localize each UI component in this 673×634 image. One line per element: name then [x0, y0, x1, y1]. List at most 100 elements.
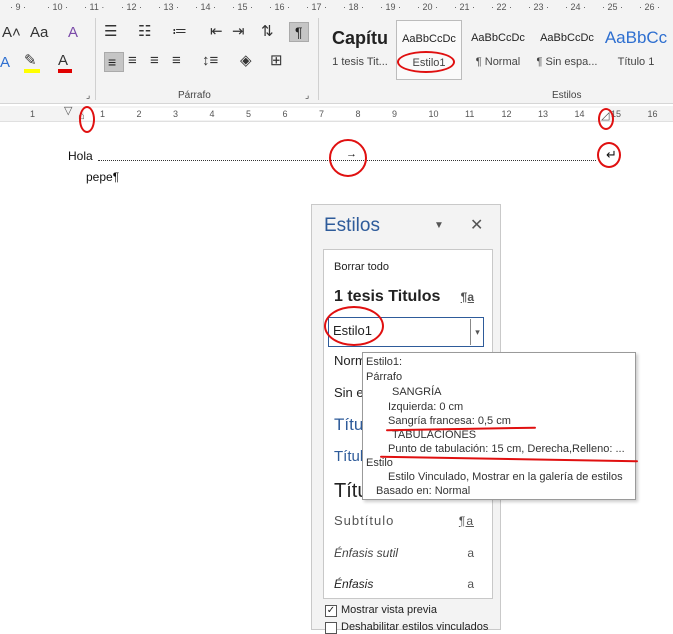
- tooltip-line: Estilo1:: [366, 356, 403, 368]
- tooltip-line: Párrafo: [366, 371, 403, 383]
- top-ruler-number: · 10 ·: [47, 2, 69, 12]
- style-tile[interactable]: Capítu 1 tesis Tit...: [327, 20, 393, 80]
- align-left-button[interactable]: ≡: [104, 52, 124, 72]
- annotation-circle: [597, 142, 621, 168]
- disable-linked-label: Deshabilitar estilos vinculados: [341, 621, 489, 633]
- clear-all-item[interactable]: Borrar todo: [334, 254, 484, 280]
- style-tile-name: Título 1: [617, 56, 655, 68]
- h-ruler-number: 1: [100, 109, 106, 119]
- pilcrow-icon: ¶: [295, 24, 303, 40]
- h-ruler-number: 6: [282, 109, 288, 119]
- top-ruler-number: · 12 ·: [121, 2, 143, 12]
- align-center-icon[interactable]: ≡: [128, 52, 137, 70]
- h-ruler-number: 10: [428, 109, 439, 119]
- pane-title: Estilos: [324, 215, 380, 236]
- top-ruler-number: · 13 ·: [158, 2, 180, 12]
- change-case-button[interactable]: Aa: [30, 24, 48, 42]
- style-item[interactable]: Énfasis a: [334, 571, 484, 597]
- tooltip-line: Basado en: Normal: [376, 485, 471, 497]
- top-ruler-number: · 22 ·: [491, 2, 513, 12]
- increase-indent-icon[interactable]: ⇥: [232, 23, 245, 41]
- bullets-icon[interactable]: ☰: [104, 23, 117, 41]
- annotation-circle: [324, 306, 384, 346]
- top-ruler-number: · 9 ·: [10, 2, 27, 12]
- top-ruler-number: · 24 ·: [565, 2, 587, 12]
- style-dropdown-icon[interactable]: ▾: [470, 319, 484, 345]
- style-tile-sample: AaBbCcDc: [471, 32, 525, 44]
- multilevel-list-icon[interactable]: ≔: [172, 23, 187, 41]
- show-preview-checkbox[interactable]: ✓: [325, 605, 337, 617]
- align-right-icon[interactable]: ≡: [150, 52, 159, 70]
- top-ruler-number: · 16 ·: [269, 2, 291, 12]
- h-ruler-number: 7: [319, 109, 325, 119]
- annotation-circle: [397, 51, 455, 73]
- doc-line-pepe[interactable]: pepe¶: [86, 170, 119, 184]
- h-ruler-number: 12: [501, 109, 512, 119]
- justify-icon[interactable]: ≡: [172, 52, 181, 70]
- font-color-bar: [58, 69, 72, 73]
- pane-options-icon[interactable]: ▼: [434, 220, 444, 231]
- h-ruler-number: 4: [209, 109, 215, 119]
- shading-icon[interactable]: ◈: [240, 52, 252, 70]
- style-tile-sample: AaBbCcDc: [540, 32, 594, 44]
- style-tile[interactable]: AaBbCcDc ¶ Sin espa...: [534, 20, 600, 80]
- separator: [95, 18, 96, 100]
- styles-group-label: Estilos: [552, 90, 582, 101]
- close-icon[interactable]: ✕: [470, 215, 483, 235]
- highlight-icon[interactable]: ✎: [24, 52, 40, 73]
- borders-icon[interactable]: ⊞: [270, 52, 283, 70]
- top-ruler-number: · 15 ·: [232, 2, 254, 12]
- top-ruler-number: · 18 ·: [343, 2, 365, 12]
- style-tile[interactable]: AaBbCc Título 1: [603, 20, 669, 80]
- top-ruler-number: · 17 ·: [306, 2, 328, 12]
- tooltip-line: Estilo Vinculado, Mostrar en la galería …: [388, 471, 623, 483]
- h-ruler-number: 1: [30, 109, 36, 119]
- top-ruler-number: · 20 ·: [417, 2, 439, 12]
- h-ruler-number: 3: [173, 109, 179, 119]
- line-spacing-icon[interactable]: ↕≡: [202, 52, 218, 70]
- separator: [318, 18, 319, 100]
- style-tile-sample: Capítu: [332, 28, 388, 48]
- disable-linked-checkbox[interactable]: [325, 622, 337, 634]
- h-ruler-number: 11: [465, 109, 475, 119]
- dialog-launcher-icon[interactable]: ⌟: [305, 86, 309, 104]
- tooltip-line: Sangría francesa: 0,5 cm: [388, 415, 511, 427]
- h-ruler-number: 2: [136, 109, 142, 119]
- h-ruler-number: 16: [647, 109, 658, 119]
- show-marks-button[interactable]: ¶: [289, 22, 309, 42]
- style-tooltip: Estilo1: Párrafo SANGRÍA Izquierda: 0 cm…: [362, 352, 636, 500]
- font-color-button[interactable]: A: [58, 52, 72, 73]
- top-ruler: · 9 · · 10 · · 11 · · 12 · · 13 · · 14 · · 15 …: [0, 0, 673, 14]
- doc-line-hola[interactable]: Hola: [68, 149, 93, 163]
- tooltip-line: Izquierda: 0 cm: [388, 401, 464, 413]
- top-ruler-number: · 21 ·: [454, 2, 476, 12]
- annotation-circle: [598, 108, 614, 130]
- ribbon: A˄ Aa A A ✎ A ☰ ☷ ≔ ⇤ ⇥ ⇅ ¶ ≡ ≡ ≡ ≡ ↕≡ ◈…: [0, 14, 673, 104]
- ruler-text-area: [84, 108, 609, 120]
- h-ruler-number: 13: [538, 109, 549, 119]
- tooltip-line: Punto de tabulación: 15 cm, Derecha,Rell…: [388, 443, 625, 455]
- text-effects-button[interactable]: A: [0, 54, 10, 72]
- sort-icon[interactable]: ⇅: [261, 23, 274, 41]
- numbering-icon[interactable]: ☷: [138, 23, 151, 41]
- style-item[interactable]: Subtítulo ¶a: [334, 508, 484, 534]
- tooltip-line: SANGRÍA: [392, 386, 442, 398]
- align-left-icon: ≡: [108, 54, 117, 70]
- top-ruler-number: · 25 ·: [602, 2, 624, 12]
- h-ruler-number: 9: [392, 109, 398, 119]
- clear-format-button[interactable]: A: [68, 24, 78, 42]
- style-tile[interactable]: AaBbCcDc ¶ Normal: [465, 20, 531, 80]
- style-item[interactable]: Énfasis sutil a: [334, 540, 484, 566]
- h-ruler-number: 8: [355, 109, 361, 119]
- font-dialog-launcher-icon[interactable]: ⌟: [86, 86, 90, 104]
- grow-font-button[interactable]: A˄: [2, 24, 21, 42]
- horizontal-ruler[interactable]: ▽ ⌂ ◿ 1 1 2 3 4 5 6 7 8 9 10 11 12 13 14 15 16: [0, 104, 673, 122]
- top-ruler-number: · 11 ·: [84, 2, 105, 12]
- h-ruler-number: 5: [246, 109, 252, 119]
- top-ruler-number: · 23 ·: [528, 2, 550, 12]
- decrease-indent-icon[interactable]: ⇤: [210, 23, 223, 41]
- annotation-circle: [79, 106, 95, 133]
- style-tile-sample: AaBbCc: [604, 28, 668, 47]
- first-line-indent-marker[interactable]: ▽: [64, 104, 72, 117]
- tooltip-line: Estilo: [366, 457, 393, 469]
